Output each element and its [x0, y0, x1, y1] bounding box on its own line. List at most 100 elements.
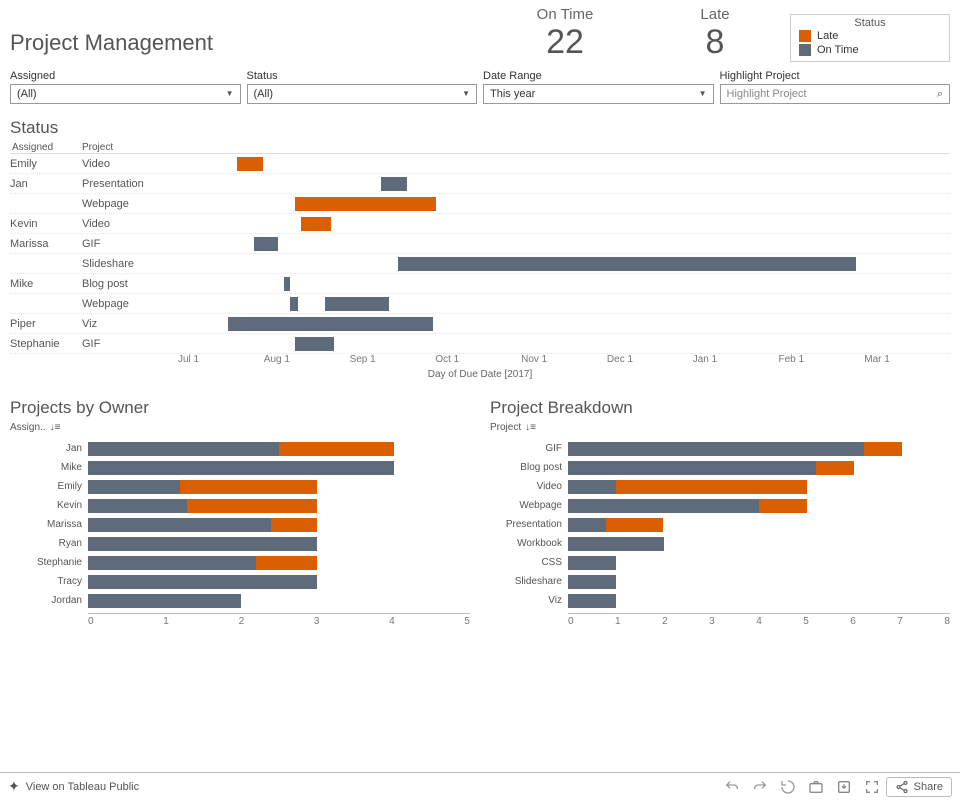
- bar-segment[interactable]: [279, 442, 394, 456]
- bar-track: [88, 556, 470, 570]
- bar-row[interactable]: Marissa: [10, 515, 470, 534]
- bar-segment[interactable]: [759, 499, 807, 513]
- bar-row[interactable]: Blog post: [490, 458, 950, 477]
- gantt-row[interactable]: Webpage: [10, 294, 950, 314]
- bar-row[interactable]: CSS: [490, 553, 950, 572]
- filter-date[interactable]: This year▼: [483, 84, 714, 104]
- download-button[interactable]: [836, 779, 852, 795]
- bar-segment[interactable]: [88, 499, 187, 513]
- bar-row[interactable]: Slideshare: [490, 572, 950, 591]
- bar-segment[interactable]: [88, 575, 317, 589]
- bar-segment[interactable]: [568, 594, 616, 608]
- gantt-assigned: Kevin: [10, 218, 82, 230]
- gantt-bar[interactable]: [325, 297, 390, 311]
- bar-row[interactable]: Emily: [10, 477, 470, 496]
- gantt-row[interactable]: MikeBlog post: [10, 274, 950, 294]
- bar-row[interactable]: Mike: [10, 458, 470, 477]
- axis-tick: 3: [709, 616, 715, 627]
- screenshot-button[interactable]: [808, 779, 824, 795]
- bar-row[interactable]: Stephanie: [10, 553, 470, 572]
- bar-segment[interactable]: [864, 442, 902, 456]
- bar-segment[interactable]: [88, 480, 180, 494]
- bar-row[interactable]: Presentation: [490, 515, 950, 534]
- gantt-bar[interactable]: [295, 197, 436, 211]
- bar-row[interactable]: Jan: [10, 439, 470, 458]
- bar-segment[interactable]: [568, 556, 616, 570]
- bar-segment[interactable]: [568, 575, 616, 589]
- share-button[interactable]: Share: [886, 777, 952, 797]
- legend[interactable]: Status Late On Time: [790, 14, 950, 62]
- redo-button[interactable]: [752, 779, 768, 795]
- projects-by-owner[interactable]: Projects by Owner Assign..↓≡ JanMikeEmil…: [10, 394, 470, 627]
- kpi-late-label: Late: [640, 6, 790, 23]
- gantt-row[interactable]: Slideshare: [10, 254, 950, 274]
- gantt-row[interactable]: MarissaGIF: [10, 234, 950, 254]
- legend-item-ontime[interactable]: On Time: [791, 43, 949, 57]
- gantt-bar[interactable]: [237, 157, 263, 171]
- bar-label: Emily: [10, 481, 88, 492]
- bar-label: Kevin: [10, 500, 88, 511]
- undo-button[interactable]: [724, 779, 740, 795]
- bar-row[interactable]: Video: [490, 477, 950, 496]
- bar-segment[interactable]: [568, 518, 606, 532]
- bar-segment[interactable]: [187, 499, 317, 513]
- filter-status-label: Status: [247, 70, 478, 82]
- gantt-bar[interactable]: [398, 257, 856, 271]
- bar-segment[interactable]: [88, 461, 394, 475]
- bar-segment[interactable]: [568, 499, 759, 513]
- bar-row[interactable]: Tracy: [10, 572, 470, 591]
- gantt-row[interactable]: Webpage: [10, 194, 950, 214]
- bar-segment[interactable]: [568, 480, 616, 494]
- gantt-chart[interactable]: Assigned Project EmilyVideoJanPresentati…: [10, 142, 950, 380]
- revert-button[interactable]: [780, 779, 796, 795]
- gantt-bar[interactable]: [290, 297, 299, 311]
- bar-segment[interactable]: [568, 442, 864, 456]
- bar-row[interactable]: Workbook: [490, 534, 950, 553]
- bar-label: CSS: [490, 557, 568, 568]
- bar-row[interactable]: GIF: [490, 439, 950, 458]
- bar-segment[interactable]: [88, 518, 271, 532]
- bar-segment[interactable]: [88, 537, 317, 551]
- bar-row[interactable]: Jordan: [10, 591, 470, 610]
- bar-segment[interactable]: [256, 556, 317, 570]
- bar-row[interactable]: Viz: [490, 591, 950, 610]
- bar-segment[interactable]: [816, 461, 854, 475]
- gantt-bar[interactable]: [254, 237, 277, 251]
- gantt-bar[interactable]: [301, 217, 330, 231]
- legend-item-late[interactable]: Late: [791, 29, 949, 43]
- bar-segment[interactable]: [88, 442, 279, 456]
- gantt-bar[interactable]: [228, 317, 433, 331]
- bar-track: [88, 575, 470, 589]
- bar-segment[interactable]: [271, 518, 317, 532]
- axis-tick: 7: [897, 616, 903, 627]
- bar-row[interactable]: Ryan: [10, 534, 470, 553]
- bar-segment[interactable]: [568, 461, 816, 475]
- gantt-row[interactable]: EmilyVideo: [10, 154, 950, 174]
- project-breakdown[interactable]: Project Breakdown Project↓≡ GIFBlog post…: [490, 394, 950, 627]
- gantt-bar[interactable]: [295, 337, 333, 351]
- filter-assigned[interactable]: (All)▼: [10, 84, 241, 104]
- dashboard: Project Management On Time 22 Late 8 Sta…: [0, 0, 960, 627]
- gantt-row[interactable]: PiperViz: [10, 314, 950, 334]
- bar-segment[interactable]: [606, 518, 663, 532]
- filter-highlight[interactable]: Highlight Project⌕: [720, 84, 951, 104]
- gantt-row[interactable]: JanPresentation: [10, 174, 950, 194]
- gantt-bar[interactable]: [381, 177, 407, 191]
- gantt-assigned: Jan: [10, 178, 82, 190]
- bar-track: [88, 442, 470, 456]
- filter-status[interactable]: (All)▼: [247, 84, 478, 104]
- bar-segment[interactable]: [88, 594, 241, 608]
- fullscreen-button[interactable]: [864, 779, 880, 795]
- bar-segment[interactable]: [568, 537, 664, 551]
- gantt-tick: Dec 1: [607, 354, 693, 365]
- bar-segment[interactable]: [616, 480, 807, 494]
- gantt-bar[interactable]: [284, 277, 290, 291]
- gantt-row[interactable]: KevinVideo: [10, 214, 950, 234]
- bar-row[interactable]: Webpage: [490, 496, 950, 515]
- owners-title: Projects by Owner: [10, 398, 470, 418]
- gantt-row[interactable]: StephanieGIF: [10, 334, 950, 354]
- view-on-tableau-public[interactable]: ✦ View on Tableau Public: [8, 778, 139, 795]
- bar-segment[interactable]: [180, 480, 318, 494]
- bar-row[interactable]: Kevin: [10, 496, 470, 515]
- bar-segment[interactable]: [88, 556, 256, 570]
